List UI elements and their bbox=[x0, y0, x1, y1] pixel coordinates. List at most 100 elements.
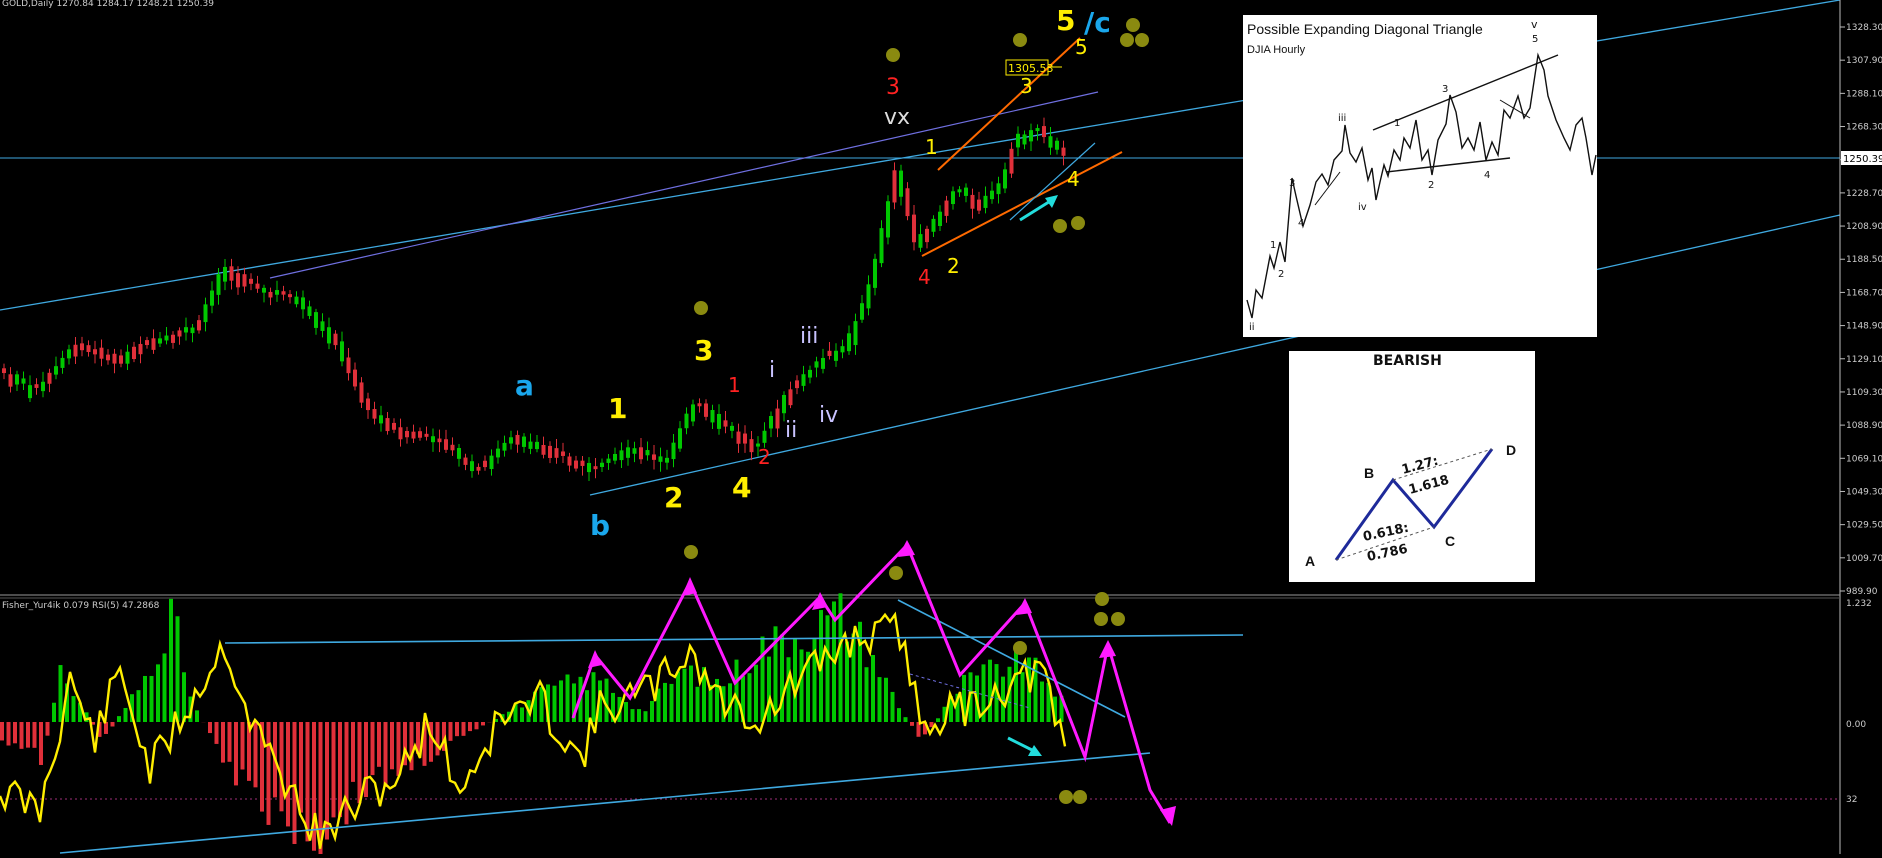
histogram-bar bbox=[936, 718, 940, 722]
histogram-bar bbox=[384, 722, 388, 787]
histogram-bar bbox=[215, 722, 219, 744]
candle-body bbox=[737, 432, 741, 444]
candle-body bbox=[80, 343, 84, 350]
candle-body bbox=[9, 374, 13, 386]
price-axis-label: 1328.30 bbox=[1846, 23, 1882, 33]
inset-triangle-title: Possible Expanding Diagonal Triangle bbox=[1247, 21, 1483, 37]
wave-label-2-yellow: 2 bbox=[664, 481, 683, 514]
histogram-bar bbox=[871, 655, 875, 722]
rsi-line bbox=[0, 615, 1065, 849]
price-axis-label: 1069.10 bbox=[1846, 454, 1882, 464]
histogram-bar bbox=[897, 708, 901, 722]
histogram-bar bbox=[585, 690, 589, 722]
candle-body bbox=[906, 188, 910, 216]
candle-body bbox=[347, 357, 351, 373]
dot-marker bbox=[889, 566, 903, 580]
candle-body bbox=[399, 427, 403, 439]
candle-body bbox=[652, 454, 656, 459]
price-axis-label: 1029.50 bbox=[1846, 521, 1882, 531]
candle-body bbox=[438, 439, 442, 443]
histogram-bar bbox=[46, 722, 50, 736]
candle-body bbox=[295, 297, 299, 305]
candle-body bbox=[301, 297, 305, 309]
dot-marker bbox=[1059, 790, 1073, 804]
inset-bearish-point-d: D bbox=[1506, 442, 1516, 458]
histogram-bar bbox=[1040, 682, 1044, 722]
candle-body bbox=[15, 374, 19, 384]
wedge-upper-line bbox=[938, 38, 1080, 170]
candle-body bbox=[139, 344, 143, 354]
histogram-bar bbox=[234, 722, 238, 785]
trading-chart-window: 1305.53 a b 1 2 3 4 5 /c 1 2 3 4 i ii ii… bbox=[0, 0, 1882, 854]
price-axis-label: 1168.70 bbox=[1846, 288, 1882, 298]
wave-label-4-red: 4 bbox=[918, 265, 931, 289]
candle-body bbox=[145, 340, 149, 345]
histogram-bar bbox=[748, 673, 752, 722]
candle-body bbox=[314, 312, 318, 328]
wave-label-small-4: 4 bbox=[1067, 167, 1080, 191]
candle-body bbox=[178, 330, 182, 336]
dot-marker bbox=[1111, 612, 1125, 626]
chart-canvas[interactable]: 1305.53 a b 1 2 3 4 5 /c 1 2 3 4 i ii ii… bbox=[0, 0, 1882, 854]
wave-label-ii: ii bbox=[785, 418, 797, 443]
candle-body bbox=[191, 328, 195, 334]
candle-body bbox=[691, 404, 695, 421]
candle-body bbox=[100, 348, 104, 359]
histogram-bar bbox=[228, 722, 232, 762]
candle-body bbox=[899, 171, 903, 197]
candle-body bbox=[444, 439, 448, 450]
candle-body bbox=[711, 410, 715, 422]
candle-body bbox=[360, 382, 364, 402]
candle-body bbox=[490, 456, 494, 469]
dot-marker bbox=[1126, 18, 1140, 32]
candle-body bbox=[386, 418, 390, 431]
histogram-bar bbox=[117, 716, 121, 722]
candle-body bbox=[54, 366, 58, 374]
candle-body bbox=[971, 195, 975, 209]
candle-body bbox=[704, 403, 708, 416]
candle-body bbox=[789, 389, 793, 405]
price-candles bbox=[2, 118, 1066, 481]
inset-bearish-title: BEARISH bbox=[1373, 353, 1442, 369]
histogram-bar bbox=[176, 616, 180, 722]
candle-body bbox=[600, 463, 604, 467]
histogram-bar bbox=[663, 683, 667, 722]
candle-body bbox=[854, 321, 858, 345]
candle-body bbox=[373, 409, 377, 419]
candle-body bbox=[496, 449, 500, 458]
candle-body bbox=[217, 274, 221, 295]
histogram-bar bbox=[455, 722, 459, 736]
inset-wave-mark: iii bbox=[1338, 113, 1346, 124]
wave-label-iv: iv bbox=[819, 403, 838, 428]
candle-body bbox=[529, 442, 533, 449]
price-axis-label: 989.90 bbox=[1846, 587, 1878, 597]
candle-body bbox=[678, 428, 682, 448]
candle-body bbox=[834, 351, 838, 361]
candle-body bbox=[152, 338, 156, 350]
candle-body bbox=[256, 284, 260, 289]
candle-body bbox=[743, 434, 747, 444]
histogram-bar bbox=[33, 722, 37, 748]
indicator-panel[interactable]: Fisher_Yur4ik 0.079 RSI(5) 47.2868 bbox=[0, 540, 1872, 854]
candle-body bbox=[457, 448, 461, 459]
inset-bearish-pattern: BEARISH A B C D 0.618: 0.786 1.27: 1.618 bbox=[1289, 351, 1535, 582]
histogram-bar bbox=[559, 680, 563, 722]
candle-body bbox=[867, 284, 871, 308]
candle-body bbox=[997, 183, 1001, 194]
candle-body bbox=[119, 355, 123, 363]
wave-label-slash-c: /c bbox=[1084, 6, 1111, 39]
candle-body bbox=[340, 341, 344, 361]
candle-body bbox=[925, 229, 929, 242]
candle-body bbox=[1036, 128, 1040, 131]
histogram-bar bbox=[566, 674, 570, 722]
candle-body bbox=[230, 266, 234, 280]
candle-body bbox=[561, 451, 565, 455]
candle-body bbox=[61, 358, 65, 368]
candle-body bbox=[516, 435, 520, 445]
candle-body bbox=[1055, 141, 1059, 150]
histogram-bar bbox=[481, 722, 485, 725]
candle-body bbox=[932, 219, 936, 232]
magenta-arrowhead-5 bbox=[1016, 598, 1032, 615]
candle-body bbox=[334, 334, 338, 345]
histogram-bar bbox=[267, 722, 271, 825]
